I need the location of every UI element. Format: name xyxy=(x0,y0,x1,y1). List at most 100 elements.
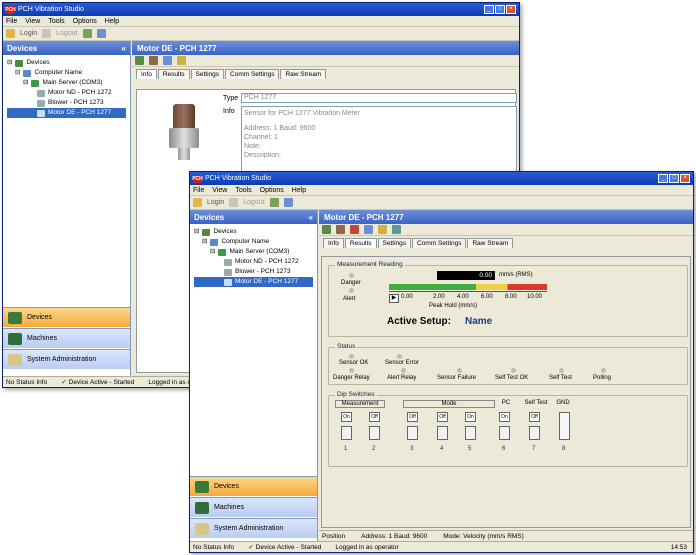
peak-hold-icon[interactable]: ▶ xyxy=(389,294,399,303)
dip-switch-8[interactable] xyxy=(559,412,570,440)
sensor-icon xyxy=(224,258,232,266)
type-field[interactable]: PCH 1277 xyxy=(241,93,517,103)
dip-header-measurement: Measurement xyxy=(335,400,385,408)
login-icon[interactable] xyxy=(6,29,15,38)
tree-node-blower[interactable]: Blower - PCH 1273 xyxy=(7,98,126,108)
menu-options[interactable]: Options xyxy=(260,187,284,194)
disconnect-icon[interactable] xyxy=(149,56,158,65)
machines-nav-icon xyxy=(8,333,22,345)
tab-comm-settings[interactable]: Comm Settings xyxy=(225,69,280,79)
polling-label: Polling xyxy=(593,375,612,381)
minimize-icon[interactable]: _ xyxy=(658,174,668,183)
menu-file[interactable]: File xyxy=(6,18,17,25)
collapse-icon[interactable]: « xyxy=(122,44,126,53)
help-icon[interactable] xyxy=(378,225,387,234)
refresh-icon[interactable] xyxy=(283,198,293,207)
info-label: Info xyxy=(223,108,235,115)
export-icon[interactable] xyxy=(392,225,401,234)
measurement-reading-group: Measurement Reading Danger Alert 0.00 mm… xyxy=(328,261,688,337)
devices-folder-icon xyxy=(15,59,24,67)
dip-lever-2[interactable] xyxy=(369,426,380,440)
tab-info[interactable]: Info xyxy=(323,238,344,248)
tab-results[interactable]: Results xyxy=(157,69,190,79)
close-icon[interactable]: × xyxy=(506,5,516,14)
dip-switch-2[interactable]: Off xyxy=(369,412,380,422)
front-window: PCH PCH Vibration Studio _ □ × File View… xyxy=(189,171,694,553)
dip-lever-4[interactable] xyxy=(437,426,448,440)
dip-lever-6[interactable] xyxy=(499,426,510,440)
tree-node-blower[interactable]: Blower - PCH 1273 xyxy=(194,267,313,277)
tree-node-motor-nd[interactable]: Motor ND - PCH 1272 xyxy=(194,257,313,267)
tree-node-computer[interactable]: ⊟ Computer Name xyxy=(194,237,313,247)
collapse-icon[interactable]: « xyxy=(309,213,313,222)
tree-node-motor-nd[interactable]: Motor ND - PCH 1272 xyxy=(7,88,126,98)
tree-node-computer[interactable]: ⊟ Computer Name xyxy=(7,68,126,78)
dip-lever-5[interactable] xyxy=(465,426,476,440)
login-button[interactable]: Login xyxy=(20,30,37,37)
dip-lever-1[interactable] xyxy=(341,426,352,440)
menu-file[interactable]: File xyxy=(193,187,204,194)
tab-settings[interactable]: Settings xyxy=(190,69,225,79)
dip-switch-7[interactable]: Off xyxy=(529,412,540,422)
tree-node-server[interactable]: ⊟ Main Server (COM3) xyxy=(7,78,126,88)
close-icon[interactable]: × xyxy=(680,174,690,183)
menu-help[interactable]: Help xyxy=(105,18,119,25)
logout-icon[interactable] xyxy=(42,29,52,38)
dip-switch-1[interactable]: On xyxy=(341,412,352,422)
menu-help[interactable]: Help xyxy=(292,187,306,194)
dip-switch-4[interactable]: Off xyxy=(437,412,448,422)
minimize-icon[interactable]: _ xyxy=(484,5,494,14)
tab-comm-settings[interactable]: Comm Settings xyxy=(412,238,467,248)
nav-system-administration[interactable]: System Administration xyxy=(190,518,317,538)
back-titlebar[interactable]: PCH PCH Vibration Studio _ □ × xyxy=(3,3,519,16)
tab-raw-stream[interactable]: Raw Stream xyxy=(467,238,514,248)
nav-machines[interactable]: Machines xyxy=(3,328,130,348)
tree-node-devices[interactable]: ⊟ Devices xyxy=(194,227,313,237)
results-tab-body: Measurement Reading Danger Alert 0.00 mm… xyxy=(321,256,691,528)
dip-switch-6[interactable]: On xyxy=(499,412,510,422)
settings-icon[interactable] xyxy=(82,29,92,38)
menu-options[interactable]: Options xyxy=(73,18,97,25)
dip-lever-3[interactable] xyxy=(407,426,418,440)
settings-icon[interactable] xyxy=(269,198,279,207)
edit-icon[interactable] xyxy=(364,225,373,234)
help-icon[interactable] xyxy=(177,56,186,65)
logout-button[interactable]: Logout xyxy=(243,199,264,206)
dip-switch-3[interactable]: Off xyxy=(407,412,418,422)
menu-tools[interactable]: Tools xyxy=(48,18,64,25)
status-ok-icon: ✔ xyxy=(61,379,67,386)
delete-icon[interactable] xyxy=(350,225,359,234)
logout-button[interactable]: Logout xyxy=(56,30,77,37)
clock: 14:53 xyxy=(670,543,687,551)
connect-icon[interactable] xyxy=(322,225,331,234)
tree-node-motor-de[interactable]: Motor DE - PCH 1277 xyxy=(7,108,126,118)
logout-icon[interactable] xyxy=(229,198,239,207)
menu-view[interactable]: View xyxy=(25,18,40,25)
window-title: PCH Vibration Studio xyxy=(18,6,85,13)
maximize-icon[interactable]: □ xyxy=(495,5,505,14)
switch-number-1: 1 xyxy=(344,446,348,452)
tree-node-devices[interactable]: ⊟ Devices xyxy=(7,58,126,68)
nav-devices[interactable]: Devices xyxy=(190,476,317,496)
tree-node-server[interactable]: ⊟ Main Server (COM3) xyxy=(194,247,313,257)
login-icon[interactable] xyxy=(193,198,202,207)
refresh-icon[interactable] xyxy=(96,29,106,38)
nav-devices[interactable]: Devices xyxy=(3,307,130,327)
tab-info[interactable]: Info xyxy=(136,69,157,79)
tab-results[interactable]: Results xyxy=(344,238,377,248)
menu-tools[interactable]: Tools xyxy=(235,187,251,194)
maximize-icon[interactable]: □ xyxy=(669,174,679,183)
nav-machines[interactable]: Machines xyxy=(190,497,317,517)
nav-system-administration[interactable]: System Administration xyxy=(3,349,130,369)
dip-switch-5[interactable]: On xyxy=(465,412,476,422)
connect-icon[interactable] xyxy=(135,56,144,65)
tree-node-motor-de[interactable]: Motor DE - PCH 1277 xyxy=(194,277,313,287)
menu-view[interactable]: View xyxy=(212,187,227,194)
login-button[interactable]: Login xyxy=(207,199,224,206)
tab-settings[interactable]: Settings xyxy=(377,238,412,248)
front-titlebar[interactable]: PCH PCH Vibration Studio _ □ × xyxy=(190,172,693,185)
tab-raw-stream[interactable]: Raw Stream xyxy=(280,69,327,79)
disconnect-icon[interactable] xyxy=(336,225,345,234)
dip-lever-7[interactable] xyxy=(529,426,540,440)
edit-icon[interactable] xyxy=(163,56,172,65)
